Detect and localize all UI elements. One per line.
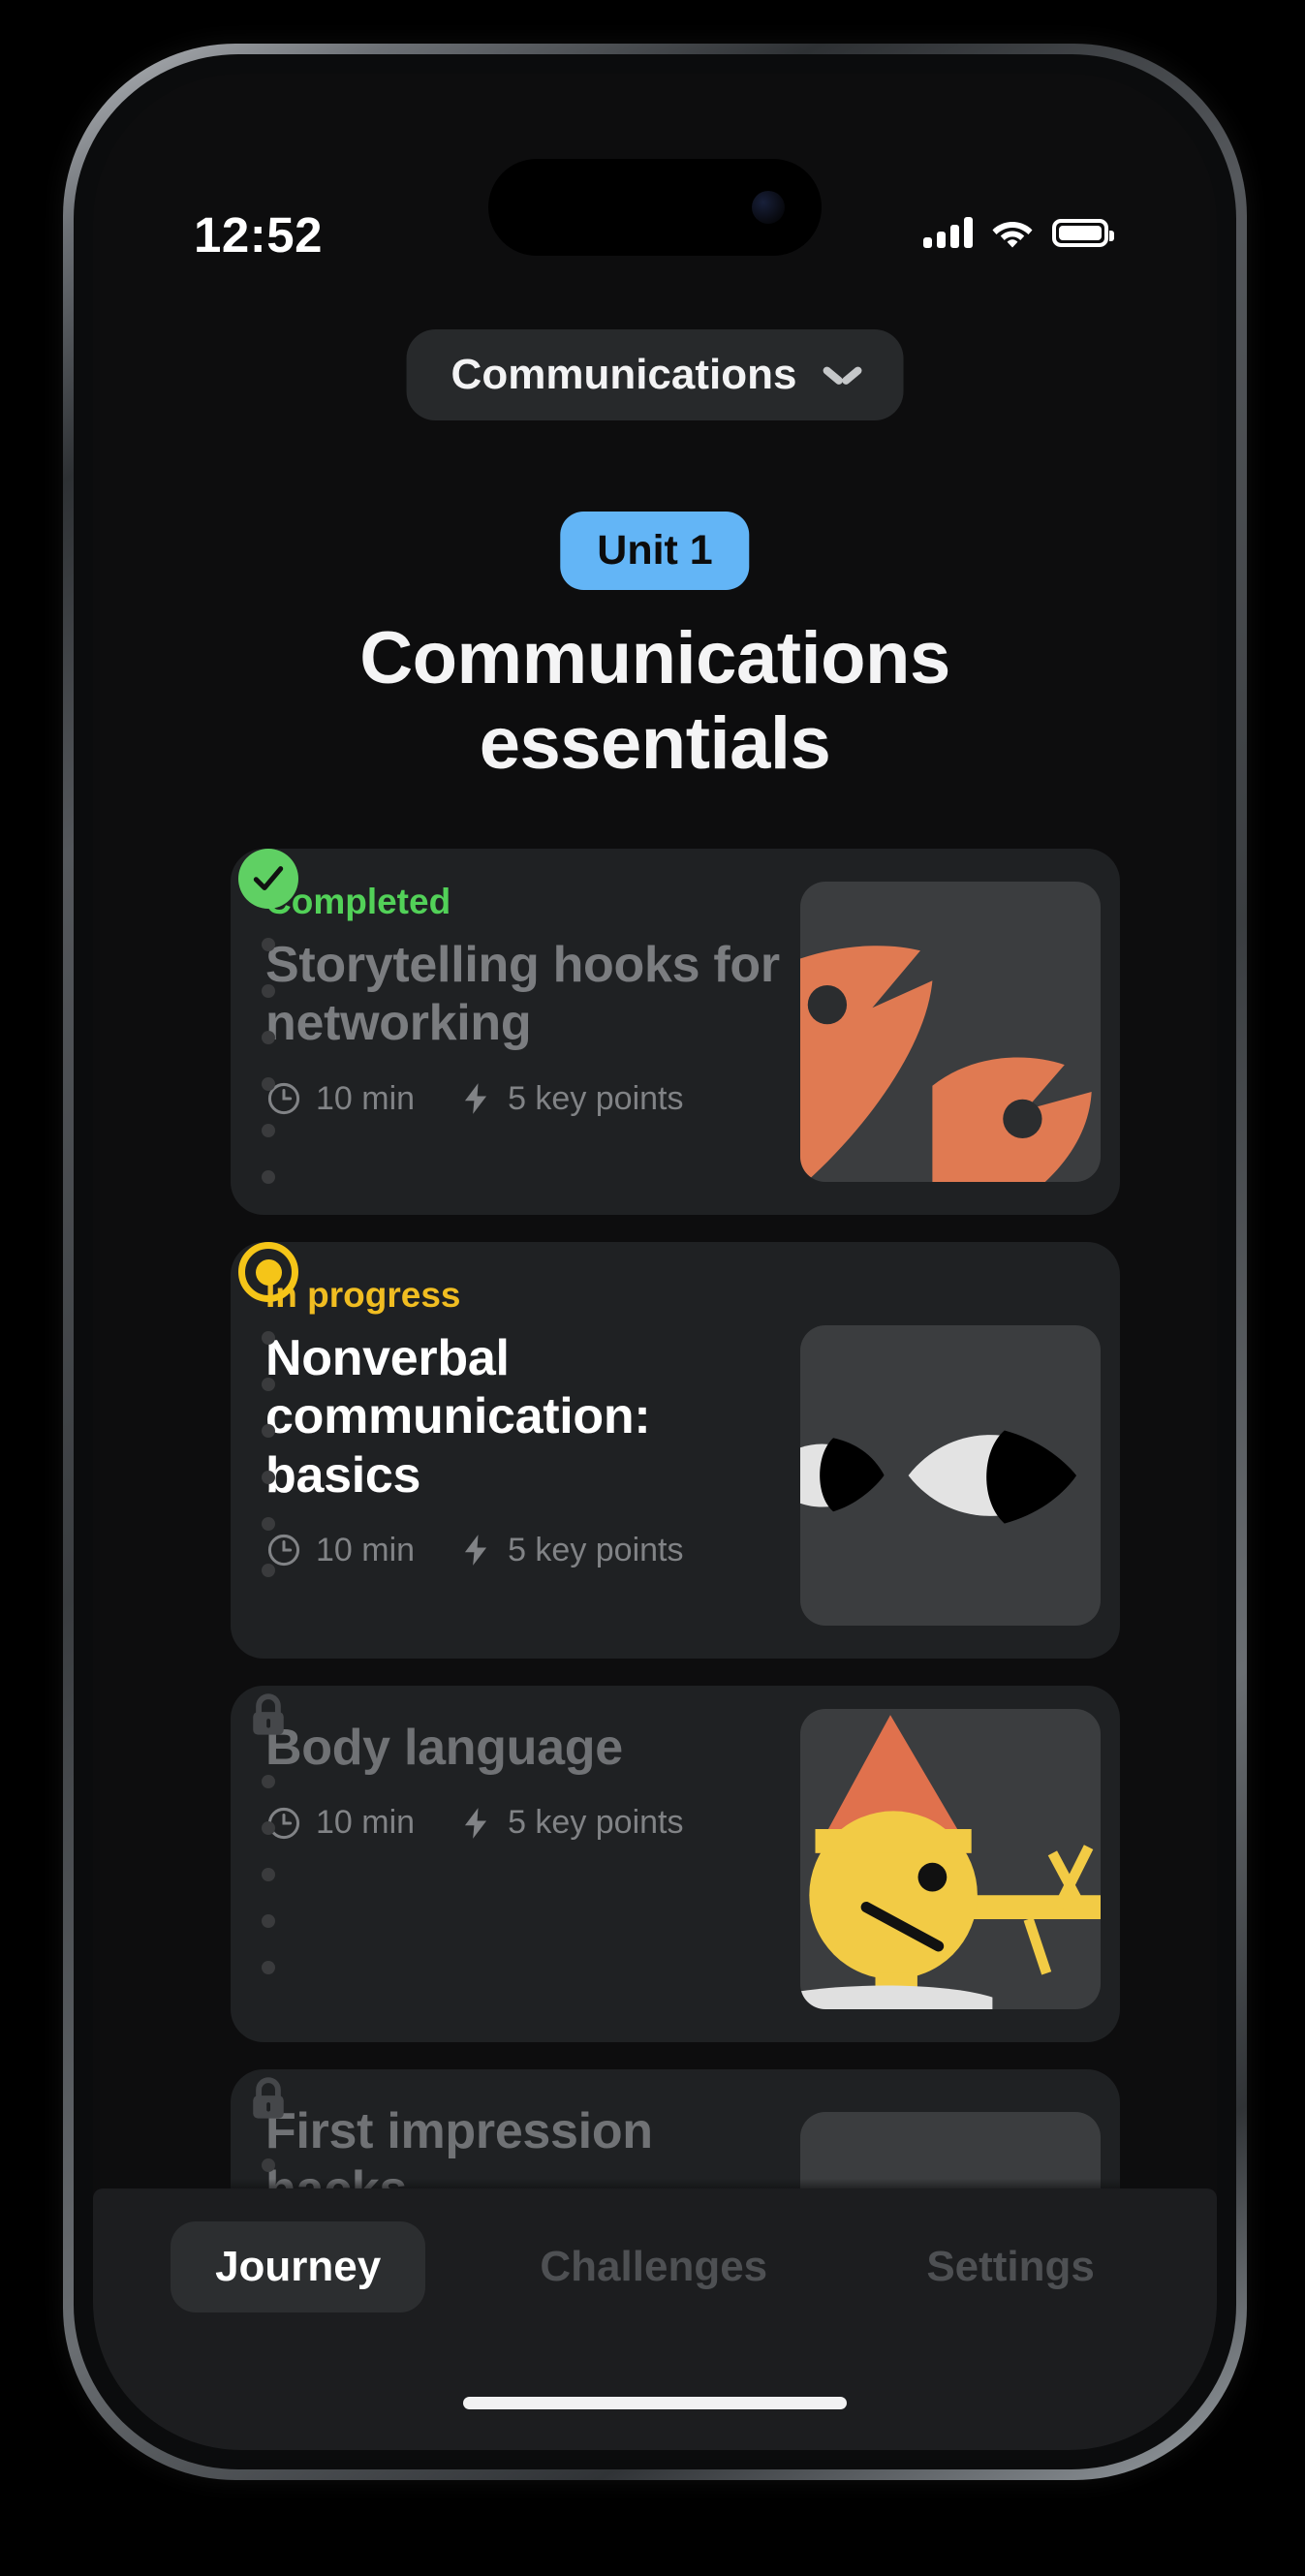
lesson-card-body: In progress Nonverbal communication: bas… <box>265 1275 787 1569</box>
lightning-bolt-icon <box>464 1535 487 1567</box>
battery-full-icon <box>1052 218 1114 247</box>
yellow-figure-cone-hat-illustration <box>800 1715 1101 2009</box>
lesson-title: Storytelling hooks for networking <box>265 937 780 1052</box>
journey-content: Unit 1 Communications essentials Complet… <box>93 74 1217 2450</box>
duration-text: 10 min <box>316 1531 416 1568</box>
tab-list: Journey Challenges Settings <box>93 2188 1217 2312</box>
timeline-dots <box>262 909 275 1184</box>
chevron-down-icon <box>823 364 860 386</box>
home-indicator[interactable] <box>463 2397 847 2409</box>
lesson-title: Nonverbal communication: basics <box>265 1330 651 1504</box>
course-selector-label: Communications <box>451 351 797 398</box>
status-badge: Completed <box>265 882 451 921</box>
tab-challenges[interactable]: Challenges <box>495 2221 812 2312</box>
status-badge: In progress <box>265 1275 461 1315</box>
lightning-bolt-icon <box>464 1807 487 1839</box>
wifi-icon <box>992 222 1033 248</box>
tab-settings[interactable]: Settings <box>882 2221 1139 2312</box>
lesson-thumbnail <box>800 1709 1101 2009</box>
cellular-signal-icon <box>923 217 973 248</box>
completed-check-icon <box>238 849 298 909</box>
lesson-row[interactable]: Completed Storytelling hooks for network… <box>93 849 1217 1215</box>
status-indicators <box>923 217 1114 248</box>
lesson-thumbnail <box>800 1325 1101 1626</box>
keypoints-meta: 5 key points <box>457 1079 684 1118</box>
lesson-card-body: Body language 10 min 5 key points <box>265 1719 787 1842</box>
lock-icon <box>238 2069 298 2129</box>
timeline-dots <box>262 1746 275 1974</box>
lesson-row[interactable]: In progress Nonverbal communication: bas… <box>93 1242 1217 1659</box>
timeline-rail-2 <box>235 1242 301 1577</box>
lesson-row[interactable]: Body language 10 min 5 key points <box>93 1686 1217 2042</box>
timeline-dots <box>262 1302 275 1577</box>
keypoints-text: 5 key points <box>508 1079 684 1117</box>
lesson-meta: 10 min 5 key points <box>265 1080 781 1118</box>
duration-text: 10 min <box>316 1804 416 1842</box>
timeline-rail-3 <box>235 1686 301 1974</box>
keypoints-meta: 5 key points <box>457 1531 684 1569</box>
bottom-tab-bar: Journey Challenges Settings <box>93 2188 1217 2450</box>
in-progress-icon <box>238 1242 298 1302</box>
keypoints-text: 5 key points <box>508 1804 684 1842</box>
lesson-card-body: Completed Storytelling hooks for network… <box>265 882 787 1118</box>
dynamic-island <box>488 159 822 256</box>
lightning-bolt-icon <box>464 1083 487 1114</box>
lesson-meta: 10 min 5 key points <box>265 1804 781 1842</box>
course-selector-dropdown[interactable]: Communications <box>406 329 904 420</box>
unit-badge: Unit 1 <box>560 512 750 590</box>
screenshot-root: 12:52 Communications Unit 1 Communicatio… <box>0 0 1305 2576</box>
status-clock: 12:52 <box>194 207 323 263</box>
keypoints-meta: 5 key points <box>457 1804 684 1842</box>
lesson-title: Body language <box>265 1720 623 1776</box>
two-eyes-illustration <box>800 1430 1077 1524</box>
lesson-card[interactable]: Body language 10 min 5 key points <box>231 1686 1120 2042</box>
tab-journey[interactable]: Journey <box>171 2221 426 2312</box>
page-title: Communications essentials <box>359 617 950 786</box>
phone-screen: 12:52 Communications Unit 1 Communicatio… <box>93 74 1217 2450</box>
timeline-rail-1 <box>235 849 301 1184</box>
two-orange-speech-shapes-illustration <box>800 946 1092 1182</box>
lesson-card[interactable]: In progress Nonverbal communication: bas… <box>231 1242 1120 1659</box>
lock-icon <box>238 1686 298 1746</box>
front-camera-icon <box>752 191 785 224</box>
lesson-meta: 10 min 5 key points <box>265 1532 781 1569</box>
lesson-card[interactable]: Completed Storytelling hooks for network… <box>231 849 1120 1215</box>
status-bar: 12:52 <box>93 74 1217 267</box>
lesson-thumbnail <box>800 882 1101 1182</box>
content-fade <box>93 2179 1217 2188</box>
duration-text: 10 min <box>316 1079 416 1117</box>
keypoints-text: 5 key points <box>508 1531 684 1568</box>
